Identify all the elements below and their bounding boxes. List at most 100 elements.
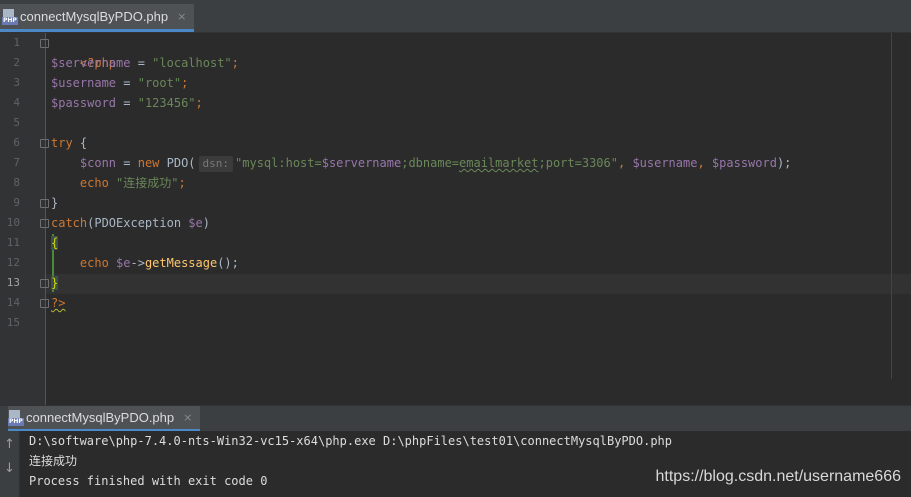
- code-var: $servername: [51, 56, 131, 70]
- code-keyword: echo: [79, 256, 109, 270]
- code-string: "mysql:host=: [235, 156, 322, 170]
- close-icon[interactable]: ×: [177, 10, 186, 23]
- code-line-7: $conn = new PDO(dsn: "mysql:host=$servern…: [51, 153, 791, 173]
- fold-icon[interactable]: [40, 279, 49, 288]
- code-semi: ;: [178, 176, 186, 190]
- line-number: 1: [13, 36, 20, 49]
- code-text: ();: [217, 256, 239, 270]
- code-text: );: [776, 156, 792, 170]
- code-semi: ;: [181, 76, 189, 90]
- code-op: =: [116, 156, 138, 170]
- code-keyword: new: [137, 156, 160, 170]
- code-op: =: [116, 76, 138, 90]
- run-tab-label: connectMysqlByPDO.php: [26, 410, 175, 425]
- php-file-icon: PHP: [8, 409, 24, 426]
- code-brace-matched: {: [51, 236, 59, 250]
- editor-tab-label: connectMysqlByPDO.php: [20, 9, 169, 24]
- editor-bottom-area: [0, 379, 911, 405]
- code-line-10: catch(PDOException $e): [51, 213, 210, 233]
- code-var: $password: [51, 96, 117, 110]
- editor-tab-bar: PHP connectMysqlByPDO.php ×: [0, 0, 911, 33]
- close-icon[interactable]: ×: [183, 411, 192, 424]
- right-margin-guide: [891, 33, 892, 379]
- code-line-6: try {: [51, 133, 87, 153]
- code-op: =: [116, 96, 138, 110]
- code-string: ;dbname=: [401, 156, 460, 170]
- line-number: 10: [6, 216, 20, 229]
- code-var: $conn: [79, 156, 117, 170]
- line-number: 7: [13, 156, 20, 169]
- code-var: $e: [116, 256, 131, 270]
- code-var: $username: [632, 156, 698, 170]
- code-function: getMessage: [144, 256, 218, 270]
- php-file-icon: PHP: [2, 8, 18, 25]
- php-close-tag: ?>: [51, 296, 66, 310]
- code-op: ->: [130, 256, 145, 270]
- code-line-4: $password = "123456";: [51, 93, 203, 113]
- code-keyword: catch: [51, 216, 88, 230]
- code-var: $servername: [321, 156, 402, 170]
- fold-icon[interactable]: [40, 139, 49, 148]
- line-number: 3: [13, 76, 20, 89]
- fold-icon[interactable]: [40, 39, 49, 48]
- line-number: 5: [13, 116, 20, 129]
- code-text: (PDOException: [87, 216, 189, 230]
- console-output[interactable]: D:\software\php-7.4.0-nts-Win32-vc15-x64…: [20, 431, 911, 497]
- code-var: $password: [711, 156, 777, 170]
- console-line: Process finished with exit code 0: [29, 474, 268, 488]
- run-tab[interactable]: PHP connectMysqlByPDO.php ×: [8, 406, 201, 432]
- code-keyword: echo: [79, 176, 109, 190]
- code-comma: ,: [697, 156, 712, 170]
- code-brace: }: [51, 196, 59, 210]
- line-number: 6: [13, 136, 20, 149]
- line-number: 15: [6, 316, 20, 329]
- line-number: 12: [6, 256, 20, 269]
- run-tab-bar: PHP connectMysqlByPDO.php ×: [0, 405, 911, 432]
- code-string: "root": [137, 76, 182, 90]
- code-keyword: try: [51, 136, 73, 150]
- fold-icon[interactable]: [40, 199, 49, 208]
- arrow-up-icon[interactable]: ↑: [4, 437, 15, 452]
- fold-icon[interactable]: [40, 299, 49, 308]
- typo-highlight: emailmarket: [459, 156, 539, 170]
- code-line-11: {: [51, 233, 59, 253]
- code-var: $username: [51, 76, 117, 90]
- code-text: {: [72, 136, 88, 150]
- code-line-2: $servername = "localhost";: [51, 53, 239, 73]
- code-string: "123456": [137, 96, 196, 110]
- run-toolbar: ↑ ↓: [0, 431, 20, 497]
- code-var: $e: [188, 216, 203, 230]
- code-class: PDO(: [159, 156, 196, 170]
- parameter-hint: dsn:: [198, 156, 234, 172]
- code-semi: ;: [231, 56, 239, 70]
- code-line-3: $username = "root";: [51, 73, 188, 93]
- line-number: 14: [6, 296, 20, 309]
- watermark: https://blog.csdn.net/username666: [655, 468, 902, 485]
- code-line-13: }: [51, 273, 59, 293]
- code-line-9: }: [51, 193, 58, 213]
- code-op: =: [130, 56, 153, 70]
- code-string: "localhost": [152, 56, 232, 70]
- line-number: 2: [13, 56, 20, 69]
- current-line-highlight: [46, 274, 911, 294]
- line-number-gutter: 1 2 3 4 5 6 7 8 9 10 11 12 13 14 15: [0, 33, 49, 379]
- code-text: ): [202, 216, 210, 230]
- line-number: 11: [6, 236, 20, 249]
- code-line-12: echo $e->getMessage();: [51, 253, 239, 273]
- editor-tab[interactable]: PHP connectMysqlByPDO.php ×: [0, 4, 195, 32]
- code-string: ;port=3306": [538, 156, 618, 170]
- line-number: 8: [13, 176, 20, 189]
- console-line: D:\software\php-7.4.0-nts-Win32-vc15-x64…: [29, 434, 672, 448]
- line-number: 13: [6, 276, 20, 289]
- line-number: 9: [13, 196, 20, 209]
- fold-icon[interactable]: [40, 219, 49, 228]
- code-brace-matched: }: [51, 276, 59, 290]
- arrow-down-icon[interactable]: ↓: [4, 461, 15, 476]
- code-line-14: ?>: [51, 293, 65, 313]
- code-editor[interactable]: 1 2 3 4 5 6 7 8 9 10 11 12 13 14 15 <?ph…: [0, 33, 911, 379]
- code-comma: ,: [617, 156, 633, 170]
